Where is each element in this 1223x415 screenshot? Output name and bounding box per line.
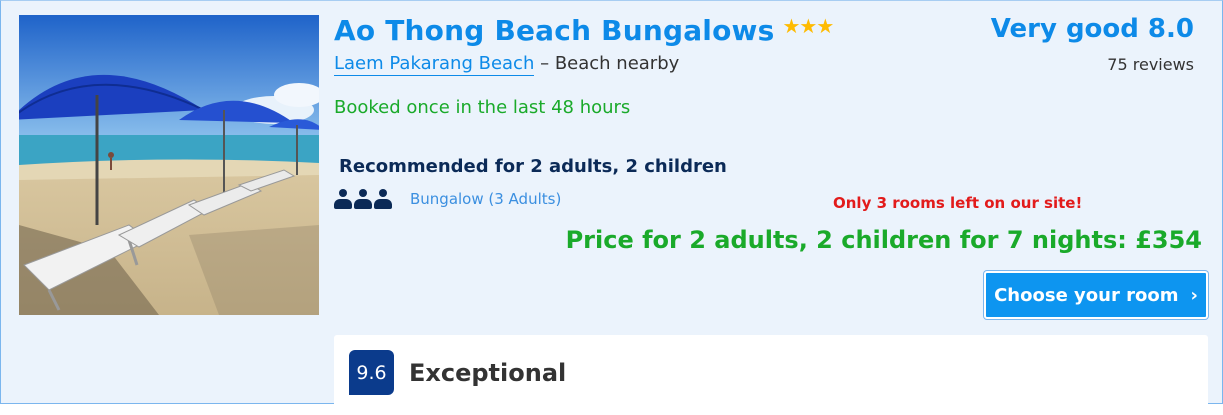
title-row: Ao Thong Beach Bungalows ★★★: [334, 14, 834, 47]
three-people-icon: [334, 189, 392, 209]
price-text: Price for 2 adults, 2 children for 7 nig…: [565, 226, 1202, 254]
hotel-name-link[interactable]: Ao Thong Beach Bungalows: [334, 14, 774, 47]
location-row: Laem Pakarang Beach – Beach nearby: [334, 53, 680, 76]
review-score-word[interactable]: Very good 8.0: [991, 14, 1194, 44]
star-rating-icon: ★★★: [782, 16, 834, 38]
beach-photo-image: [19, 15, 319, 315]
choose-button-label: Choose your room: [994, 284, 1179, 306]
review-count[interactable]: 75 reviews: [1107, 55, 1194, 74]
chevron-right-icon: ›: [1190, 284, 1198, 306]
property-card: Ao Thong Beach Bungalows ★★★ Laem Pakara…: [0, 0, 1223, 415]
recent-booking-note: Booked once in the last 48 hours: [334, 97, 631, 118]
room-row: Bungalow (3 Adults): [334, 189, 561, 209]
property-photo[interactable]: [19, 15, 319, 315]
recommended-heading: Recommended for 2 adults, 2 children: [339, 156, 727, 177]
score-label: Exceptional: [409, 359, 567, 387]
location-link[interactable]: Laem Pakarang Beach: [334, 53, 535, 76]
review-snippet-box: 9.6 Exceptional: [334, 335, 1208, 415]
room-type-link[interactable]: Bungalow (3 Adults): [410, 190, 561, 208]
choose-your-room-button[interactable]: Choose your room ›: [984, 271, 1208, 319]
location-suffix: – Beach nearby: [540, 53, 680, 74]
score-badge: 9.6: [349, 350, 394, 395]
scarcity-message: Only 3 rooms left on our site!: [833, 194, 1083, 212]
